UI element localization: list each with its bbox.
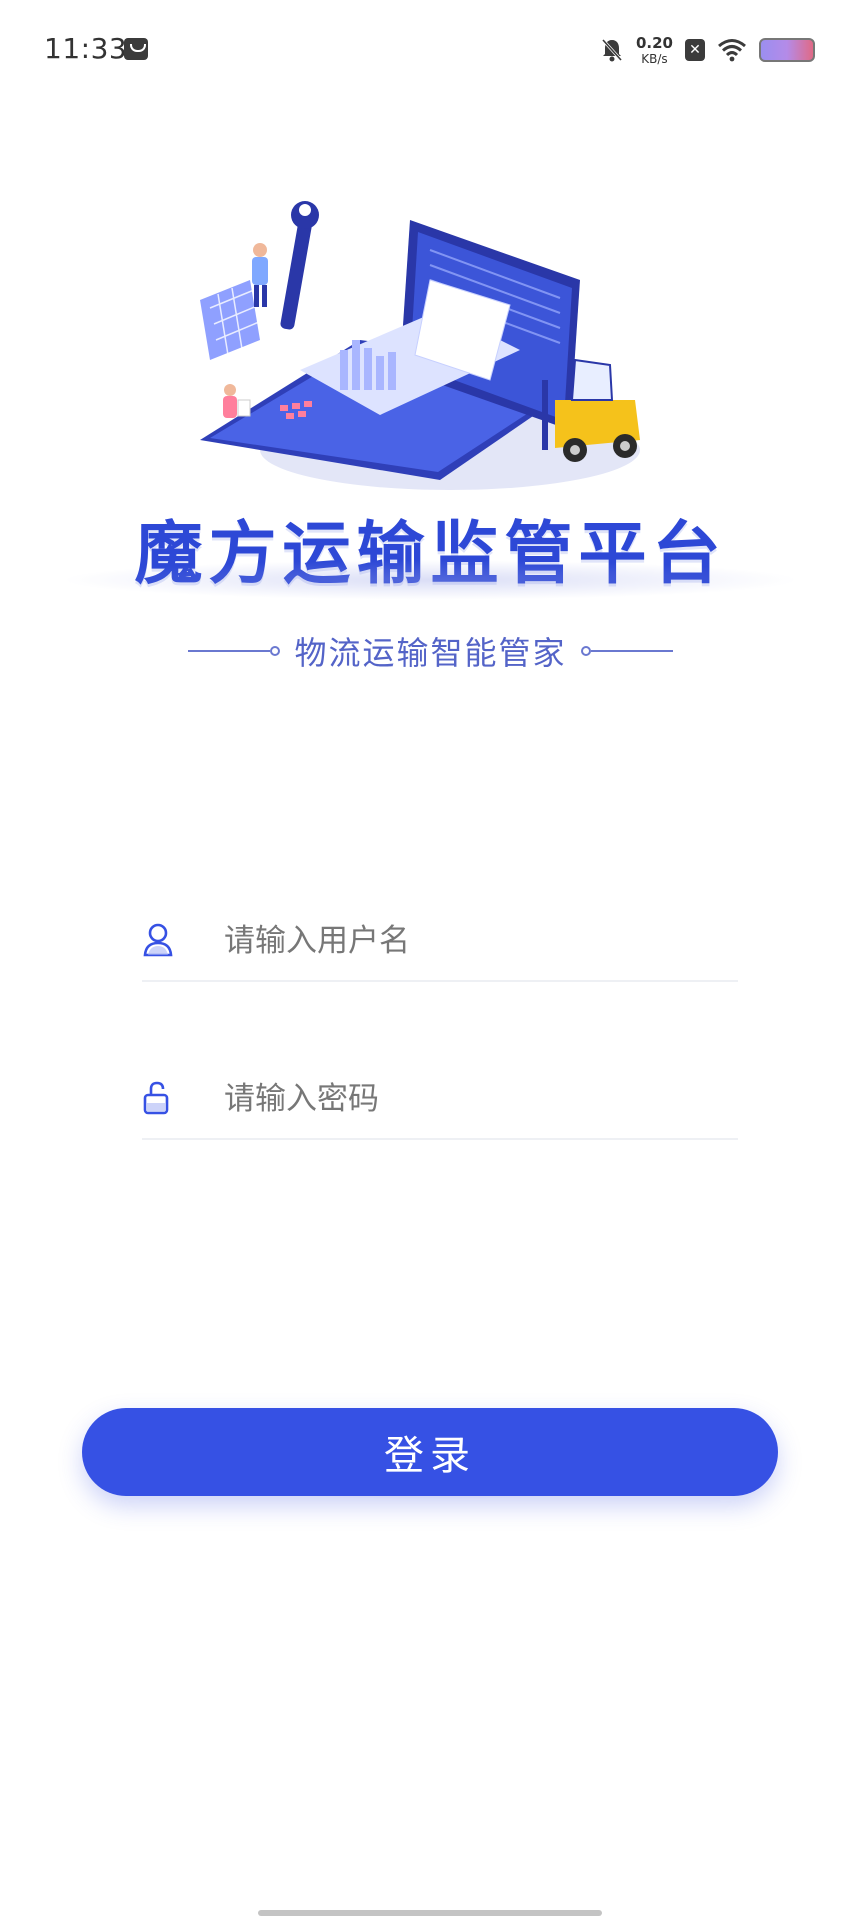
- bell-off-icon: [601, 38, 623, 62]
- login-button[interactable]: 登录: [82, 1408, 778, 1496]
- status-bar: 11:33 0.20 KB/s ✕: [0, 0, 861, 100]
- logistics-illustration: [200, 201, 640, 490]
- username-input[interactable]: [222, 912, 726, 970]
- user-icon: [143, 923, 173, 957]
- status-time: 11:33: [44, 32, 128, 65]
- shopping-bag-icon: [124, 38, 148, 60]
- subtitle-dot-left: [270, 646, 281, 656]
- speed-unit: KB/s: [641, 51, 668, 66]
- app-subtitle: 物流运输智能管家: [294, 634, 567, 672]
- username-field[interactable]: [142, 900, 738, 982]
- network-speed: 0.20 KB/s: [635, 33, 673, 66]
- no-sim-icon: ✕: [685, 39, 705, 61]
- speed-value: 0.20: [635, 33, 673, 52]
- subtitle-dot-right: [580, 646, 591, 656]
- subtitle-row: 物流运输智能管家: [0, 628, 861, 674]
- title-reflection: [60, 560, 801, 600]
- password-input[interactable]: [222, 1070, 726, 1128]
- status-icons: 0.20 KB/s ✕: [600, 30, 815, 70]
- password-field[interactable]: [142, 1058, 738, 1140]
- subtitle-line-left: [188, 650, 271, 652]
- home-indicator[interactable]: [258, 1910, 602, 1916]
- subtitle-line-right: [590, 650, 673, 652]
- battery-icon: [759, 38, 815, 62]
- lock-icon: [143, 1081, 169, 1115]
- wifi-icon: [718, 39, 746, 62]
